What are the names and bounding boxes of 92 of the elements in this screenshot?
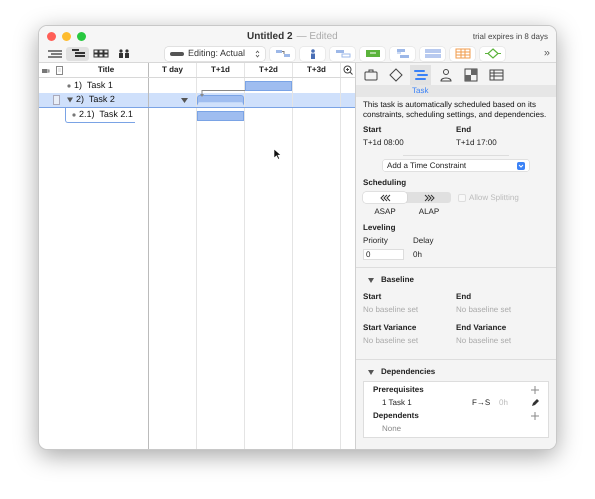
bullet-icon <box>67 84 71 88</box>
field-label: Start <box>363 292 382 302</box>
bullet-icon <box>72 113 76 117</box>
scheduling-segment[interactable] <box>363 192 407 203</box>
plus-icon <box>531 412 539 420</box>
priority-field[interactable]: 0 <box>363 249 404 260</box>
note-icon <box>55 66 64 74</box>
time-constraint-popup[interactable]: Add a Time Constraint <box>383 160 529 171</box>
section-heading: Dependencies <box>381 367 436 377</box>
diamond-icon <box>388 67 404 83</box>
editing-popup[interactable]: Editing: Actual <box>165 46 265 60</box>
zoom-in-icon <box>343 65 353 75</box>
edited-label: — Edited <box>296 30 338 44</box>
outline-row[interactable]: 2) Task 2 <box>39 93 355 108</box>
column-header: T+3d <box>293 63 341 77</box>
checkbox-label: Allow Splitting <box>469 192 519 202</box>
field-value: T+1d 08:00 <box>363 138 405 148</box>
view-tab[interactable] <box>66 46 89 60</box>
plus-icon <box>531 386 539 394</box>
double-chevron-right-icon <box>424 194 434 202</box>
field-label: Delay <box>413 236 434 246</box>
column-header: T+1d <box>197 63 245 77</box>
network-view-icon <box>92 48 110 59</box>
connect-tasks-icon <box>274 48 292 59</box>
summary-bar <box>197 94 244 106</box>
task-bar <box>197 110 244 120</box>
task-title[interactable]: 2) Task 2 <box>76 93 115 107</box>
toolbar-button[interactable] <box>360 46 385 60</box>
outline-view-icon <box>46 48 64 59</box>
task-title[interactable]: 2.1) Task 2.1 <box>79 108 133 122</box>
pointer-cursor-icon <box>273 148 282 160</box>
segment-label: ASAP <box>374 207 396 217</box>
table-icon <box>488 67 504 83</box>
diamond-icon <box>484 48 502 59</box>
segment-label: ALAP <box>418 207 440 217</box>
level-icon <box>364 48 382 59</box>
bar-icon <box>170 52 184 56</box>
field-value: No baseline set <box>363 336 420 346</box>
field-value: No baseline set <box>456 305 512 315</box>
sequence-icon <box>424 48 442 59</box>
field-label: Start Variance <box>363 323 418 333</box>
add-button[interactable] <box>531 412 539 420</box>
updown-icon <box>255 50 260 58</box>
dependency-task: 1 Task 1 <box>382 398 413 408</box>
toolbar-button[interactable] <box>300 46 325 60</box>
list-heading: Prerequisites <box>373 385 424 395</box>
pencil-icon <box>531 399 539 407</box>
tab-label: Task <box>412 85 428 97</box>
field-value: T+1d 17:00 <box>456 138 498 148</box>
field-label: Start <box>363 125 382 135</box>
description-text: This task is automatically scheduled based on its constraints, scheduling settings, and dependencies. <box>363 100 548 120</box>
column-header: T day <box>149 63 197 77</box>
chevron-down-icon <box>517 162 525 170</box>
section-heading: Baseline <box>381 275 414 285</box>
edit-button[interactable] <box>531 399 539 407</box>
field-label: End Variance <box>456 323 508 333</box>
field-label: End <box>456 125 472 135</box>
window-title: Untitled 2 <box>247 30 293 44</box>
double-chevron-left-icon <box>380 194 390 202</box>
field-value: No baseline set <box>456 336 512 346</box>
collapse-triangle-icon <box>181 98 188 102</box>
task-bars-icon <box>412 67 428 83</box>
section-heading: Leveling <box>363 223 396 233</box>
column-header: Title <box>96 64 116 76</box>
disclosure-triangle-icon[interactable] <box>368 370 374 374</box>
note-icon <box>52 95 61 105</box>
list-heading: Dependents <box>373 411 419 421</box>
dependency-arrow <box>199 90 245 97</box>
field-value: No baseline set <box>363 305 420 315</box>
person-icon <box>438 67 454 83</box>
overflow-button[interactable]: » <box>542 48 552 59</box>
split-icon <box>334 48 352 59</box>
task-bar <box>245 80 292 90</box>
close-button[interactable] <box>47 32 56 41</box>
table-icon <box>454 48 472 59</box>
field-label: Priority <box>363 236 389 246</box>
checker-grid-icon <box>462 67 478 83</box>
trial-notice: trial expires in 8 days <box>472 30 548 42</box>
toolbar-button[interactable] <box>480 46 505 60</box>
assign-person-icon <box>310 48 314 58</box>
section-heading: Scheduling <box>363 178 408 188</box>
field-value: 0h <box>413 250 423 260</box>
briefcase-icon <box>362 67 378 83</box>
column-header: T+2d <box>245 63 293 77</box>
field-label: End <box>456 292 472 302</box>
disclosure-triangle-icon[interactable] <box>368 278 374 282</box>
dependency-type: F→S <box>472 398 492 408</box>
disclosure-triangle-icon[interactable] <box>67 97 73 103</box>
empty-label: None <box>381 424 402 434</box>
add-button[interactable] <box>531 386 539 394</box>
dependency-lag: 0h <box>499 398 508 408</box>
task-title[interactable]: 1) Task 1 <box>74 78 113 92</box>
